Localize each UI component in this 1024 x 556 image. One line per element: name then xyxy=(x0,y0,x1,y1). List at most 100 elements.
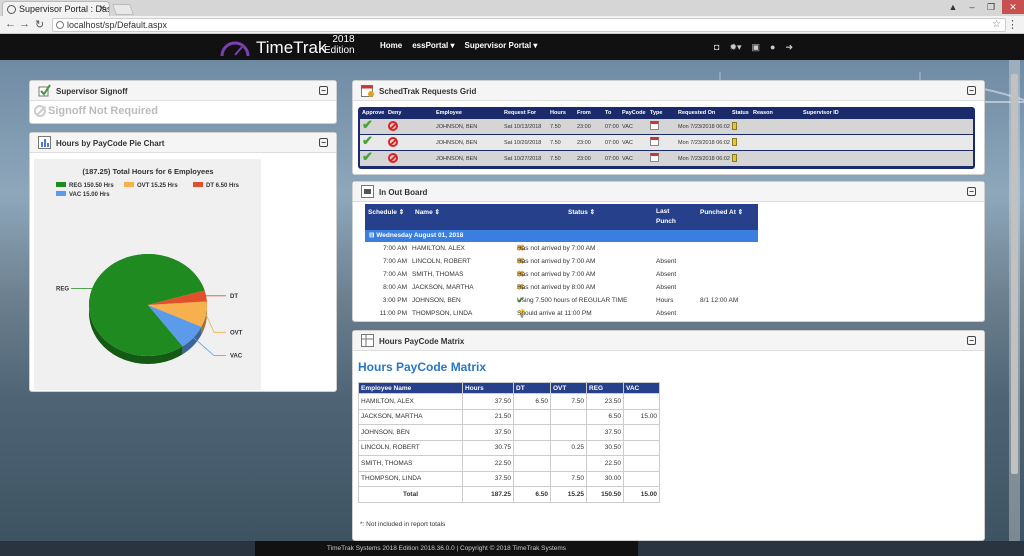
pie-chart-panel: Hours by PayCode Pie Chart − (187.25) To… xyxy=(29,132,337,392)
matrix-cell-value: 0.25 xyxy=(550,439,587,456)
inout-last-punch: Hours xyxy=(656,297,674,304)
matrix-cell-name: JOHNSON, BEN xyxy=(358,424,463,441)
logout-icon[interactable]: ➜ xyxy=(785,42,793,53)
deny-icon[interactable] xyxy=(388,137,398,147)
inout-status: Has not arrived by 7:00 AM xyxy=(517,245,596,252)
inout-row[interactable]: 7:00 AM HAMILTON, ALEX ✖ Has not arrived by… xyxy=(365,242,758,255)
matrix-cell-value xyxy=(513,439,551,456)
schedtrak-grid-header: Approve Deny Employee Request For Hours … xyxy=(360,109,973,118)
approve-check-icon[interactable]: ✔ xyxy=(362,119,374,131)
legend-item[interactable]: VAC 15.00 Hrs xyxy=(56,191,110,198)
legend-swatch xyxy=(56,191,66,196)
matrix-cell-name: JACKSON, MARTHA xyxy=(358,408,463,425)
pie-chart: (187.25) Total Hours for 6 Employees REG… xyxy=(56,167,243,364)
back-icon[interactable]: ← xyxy=(5,18,16,30)
gear-icon[interactable]: ✹▾ xyxy=(729,42,741,53)
matrix-row: JACKSON, MARTHA 21.50 6.50 15.00 xyxy=(358,408,660,425)
pending-status-icon xyxy=(732,154,737,162)
col-status: Status xyxy=(732,110,749,116)
matrix-heading: Hours PayCode Matrix xyxy=(358,360,487,374)
inout-row[interactable]: 7:00 AM LINCOLN, ROBERT ✖ Has not arrived b… xyxy=(365,255,758,268)
matrix-row: LINCOLN, ROBERT 30.75 0.25 30.50 xyxy=(358,439,660,456)
matrix-cell-value: 15.00 xyxy=(623,486,660,503)
profile-icon[interactable]: ▲ xyxy=(945,0,961,14)
pie-leader-line xyxy=(205,314,226,333)
address-bar: ← → ↻ localhost/sp/Default.aspx ☆ ⋮ xyxy=(0,16,1024,34)
approve-check-icon[interactable]: ✔ xyxy=(362,135,374,147)
camera-icon[interactable]: ◘ xyxy=(714,42,719,53)
inout-last-punch: Absent xyxy=(656,284,677,291)
col-schedule[interactable]: Schedule ⇕ xyxy=(368,208,404,216)
col-employee: Employee xyxy=(436,110,462,116)
inout-time: 7:00 AM xyxy=(383,245,407,252)
new-tab-button[interactable] xyxy=(111,4,135,15)
matrix-cell-value: 6.50 xyxy=(586,408,624,425)
inout-group-date[interactable]: ⊟ Wednesday August 01, 2018 xyxy=(365,230,758,242)
matrix-cell-value: 37.50 xyxy=(462,393,514,410)
minimize-icon[interactable]: – xyxy=(964,0,980,14)
legend-swatch xyxy=(193,182,203,187)
cart-icon[interactable]: ▣ xyxy=(752,42,761,53)
pie-label: OVT xyxy=(230,330,243,336)
forward-icon[interactable]: → xyxy=(19,18,30,30)
inout-status: Has not arrived by 8:00 AM xyxy=(517,284,596,291)
pie-label: REG xyxy=(56,287,69,293)
col-name[interactable]: Name ⇕ xyxy=(415,208,440,216)
legend-item[interactable]: OVT 15.25 Hrs xyxy=(124,182,178,189)
schedtrak-header: SchedTrak Requests Grid − xyxy=(353,81,984,101)
schedtrak-cell-empty xyxy=(751,119,801,134)
schedtrak-cell-type xyxy=(648,151,676,166)
nav-supervisor-portal[interactable]: Supervisor Portal ▾ xyxy=(465,41,538,50)
nav-home[interactable]: Home xyxy=(380,41,402,50)
deny-icon[interactable] xyxy=(388,121,398,131)
deny-icon[interactable] xyxy=(388,153,398,163)
col-request-for: Request For xyxy=(504,110,537,116)
col-punched-at[interactable]: Punched At ⇕ xyxy=(700,208,743,216)
signoff-panel: Supervisor Signoff − Signoff Not Require… xyxy=(29,80,337,124)
schedtrak-cell-empty xyxy=(751,151,801,166)
inout-status: Has not arrived by 7:00 AM xyxy=(517,258,596,265)
page-scrollbar-thumb[interactable] xyxy=(1011,74,1018,474)
col-status[interactable]: Status ⇕ xyxy=(568,208,595,216)
matrix-footnote: *: Not included in report totals xyxy=(360,521,446,528)
restore-icon[interactable]: ❐ xyxy=(983,0,999,14)
browser-tab[interactable]: Supervisor Portal : Dashb ✕ xyxy=(2,1,110,16)
inout-row[interactable]: 3:00 PM JOHNSON, BEN ✔ Using 7.500 hours of… xyxy=(365,294,758,307)
inout-name: LINCOLN, ROBERT xyxy=(412,258,471,265)
window-close-icon[interactable]: ✕ xyxy=(1002,0,1024,14)
collapse-icon[interactable]: − xyxy=(319,86,328,95)
collapse-icon[interactable]: − xyxy=(967,86,976,95)
inout-row[interactable]: 8:00 AM JACKSON, MARTHA ✖ Has not arrived b… xyxy=(365,281,758,294)
schedtrak-cell-to: 07:00 xyxy=(605,156,619,162)
inout-name: HAMILTON, ALEX xyxy=(412,245,465,252)
legend-item[interactable]: REG 150.50 Hrs xyxy=(56,182,114,189)
schedtrak-cell-approve: ✔ xyxy=(360,119,386,134)
pie-label: DT xyxy=(230,294,238,300)
browser-menu-icon[interactable]: ⋮ xyxy=(1007,18,1018,31)
collapse-icon[interactable]: − xyxy=(967,187,976,196)
bookmark-star-icon[interactable]: ☆ xyxy=(992,19,1001,30)
collapse-icon[interactable]: − xyxy=(967,336,976,345)
pie-leader-line xyxy=(193,337,226,356)
schedtrak-cell-requested: Mon 7/23/2018 06:02 xyxy=(678,140,730,146)
col-punch: Punch xyxy=(656,218,676,225)
matrix-cell-value: 6.50 xyxy=(513,393,551,410)
legend-item[interactable]: DT 6.50 Hrs xyxy=(193,182,240,189)
inout-row[interactable]: 7:00 AM SMITH, THOMAS ✖ Has not arrived by … xyxy=(365,268,758,281)
approve-check-icon[interactable]: ✔ xyxy=(362,151,374,163)
inout-row[interactable]: 11:00 PM THOMPSON, LINDA 💡 Should arrive at… xyxy=(365,307,758,320)
url-input[interactable]: localhost/sp/Default.aspx ☆ xyxy=(52,18,1006,32)
matrix-body: HAMILTON, ALEX 37.50 6.50 7.50 23.50 JACKSON,… xyxy=(358,393,660,503)
close-tab-icon[interactable]: ✕ xyxy=(98,3,106,14)
collapse-icon[interactable]: − xyxy=(319,138,328,147)
matrix-cell-value: 23.50 xyxy=(586,393,624,410)
info-icon[interactable] xyxy=(56,21,64,29)
inout-time: 3:00 PM xyxy=(382,297,407,304)
favicon-icon xyxy=(7,5,16,14)
inout-time: 7:00 AM xyxy=(383,271,407,278)
nav-essportal[interactable]: essPortal ▾ xyxy=(412,41,454,50)
user-icon[interactable]: ● xyxy=(770,42,775,53)
schedtrak-cell-deny xyxy=(386,119,426,134)
reload-icon[interactable]: ↻ xyxy=(35,18,44,31)
schedtrak-cell-date: Sat 10/13/2018 xyxy=(504,124,542,130)
